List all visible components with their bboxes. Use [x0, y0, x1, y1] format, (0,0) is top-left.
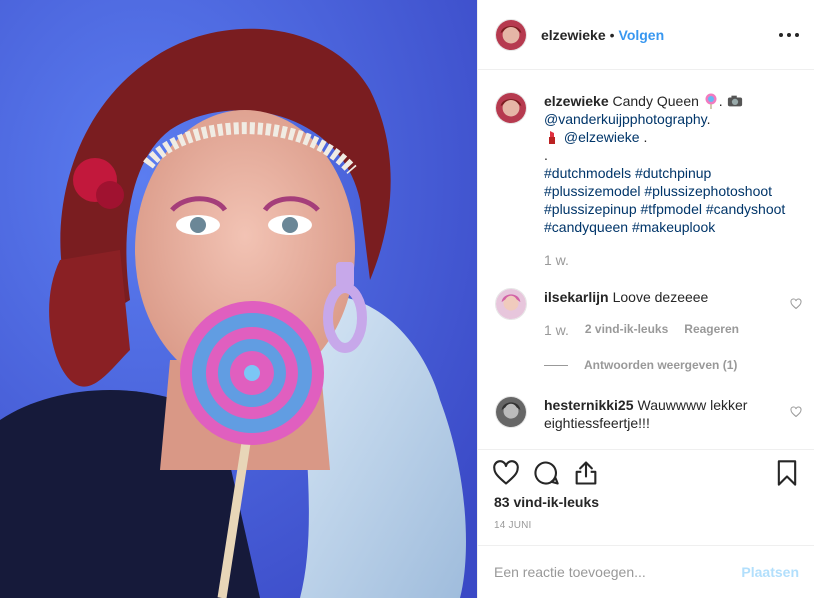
comment-meta: 1 w. 2 vind-ik-leuks Reageren [544, 322, 739, 338]
bookmark-icon[interactable] [773, 459, 801, 487]
camera-emoji-icon [727, 95, 742, 107]
commenter-avatar[interactable] [495, 288, 527, 320]
reply-button[interactable]: Reageren [684, 322, 739, 338]
comment-item: hesternikki25 Wauwwww lekker eightiessfee… [495, 396, 805, 432]
share-icon[interactable] [572, 459, 600, 487]
add-comment-bar: Plaatsen [478, 545, 814, 598]
commenter-avatar[interactable] [495, 396, 527, 428]
lollipop-emoji-icon [705, 93, 717, 109]
hashtags-line-4[interactable]: #candyqueen #makeuplook [544, 218, 785, 236]
comments-section: elzewieke Candy Queen . @vanderkuijpphot… [478, 71, 814, 449]
hashtags-line-3[interactable]: #plussizepinup #tfpmodel #candyshoot [544, 200, 785, 218]
instagram-post-view: elzewieke • Volgen elzewieke Candy Queen… [0, 0, 814, 598]
more-options-icon[interactable] [779, 26, 799, 44]
post-header: elzewieke • Volgen [478, 0, 814, 70]
caption-line2-tail: . [706, 111, 711, 127]
view-replies-button[interactable]: Antwoorden weergeven (1) [544, 358, 737, 372]
caption-avatar[interactable] [495, 92, 527, 124]
post-photo[interactable] [0, 0, 477, 598]
caption-line4: . [544, 147, 548, 163]
caption-title: Candy Queen [612, 93, 699, 109]
makeup-mention[interactable]: @elzewieke [564, 129, 640, 145]
comment-item: ilsekarlijn Loove dezeeee [495, 288, 805, 320]
hashtags-line-1[interactable]: #dutchmodels #dutchpinup [544, 164, 785, 182]
comment-like-heart-icon[interactable] [790, 298, 802, 310]
photographer-mention[interactable]: @vanderkuijpphotography [544, 111, 707, 127]
post-actions: 83 vind-ik-leuks 14 JUNI [478, 449, 814, 545]
commenter-username[interactable]: ilsekarlijn [544, 289, 609, 305]
author-avatar[interactable] [495, 18, 527, 51]
post-side-panel: elzewieke • Volgen elzewieke Candy Queen… [477, 0, 814, 598]
post-likes-count[interactable]: 83 vind-ik-leuks [494, 494, 599, 510]
caption-line3-tail: . [643, 129, 648, 145]
header-separator: • [609, 26, 615, 43]
comment-input[interactable] [494, 564, 742, 580]
lipstick-emoji-icon [549, 131, 555, 144]
hashtags-line-2[interactable]: #plussizemodel #plussizephotoshoot [544, 182, 785, 200]
commenter-username[interactable]: hesternikki25 [544, 397, 634, 413]
photo-illustration [0, 0, 477, 598]
author-username[interactable]: elzewieke [541, 27, 606, 43]
comment-bubble-icon[interactable] [532, 459, 560, 487]
heart-icon[interactable] [492, 459, 520, 487]
comment-timestamp[interactable]: 1 w. [544, 322, 569, 338]
comment-body: Loove dezeeee [612, 289, 709, 305]
post-comment-button[interactable]: Plaatsen [741, 564, 799, 580]
post-date[interactable]: 14 JUNI [494, 520, 532, 531]
caption-username[interactable]: elzewieke [544, 93, 609, 109]
caption-title-tail: . [718, 93, 723, 109]
caption-timestamp[interactable]: 1 w. [544, 252, 569, 268]
caption-text: elzewieke Candy Queen . @vanderkuijpphot… [544, 92, 785, 236]
replies-divider-line [544, 364, 568, 366]
follow-button[interactable]: Volgen [619, 27, 665, 43]
comment-likes-count[interactable]: 2 vind-ik-leuks [585, 322, 668, 338]
post-caption: elzewieke Candy Queen . @vanderkuijpphot… [495, 92, 805, 236]
comment-like-heart-icon[interactable] [790, 406, 802, 418]
view-replies-label: Antwoorden weergeven (1) [584, 358, 738, 372]
